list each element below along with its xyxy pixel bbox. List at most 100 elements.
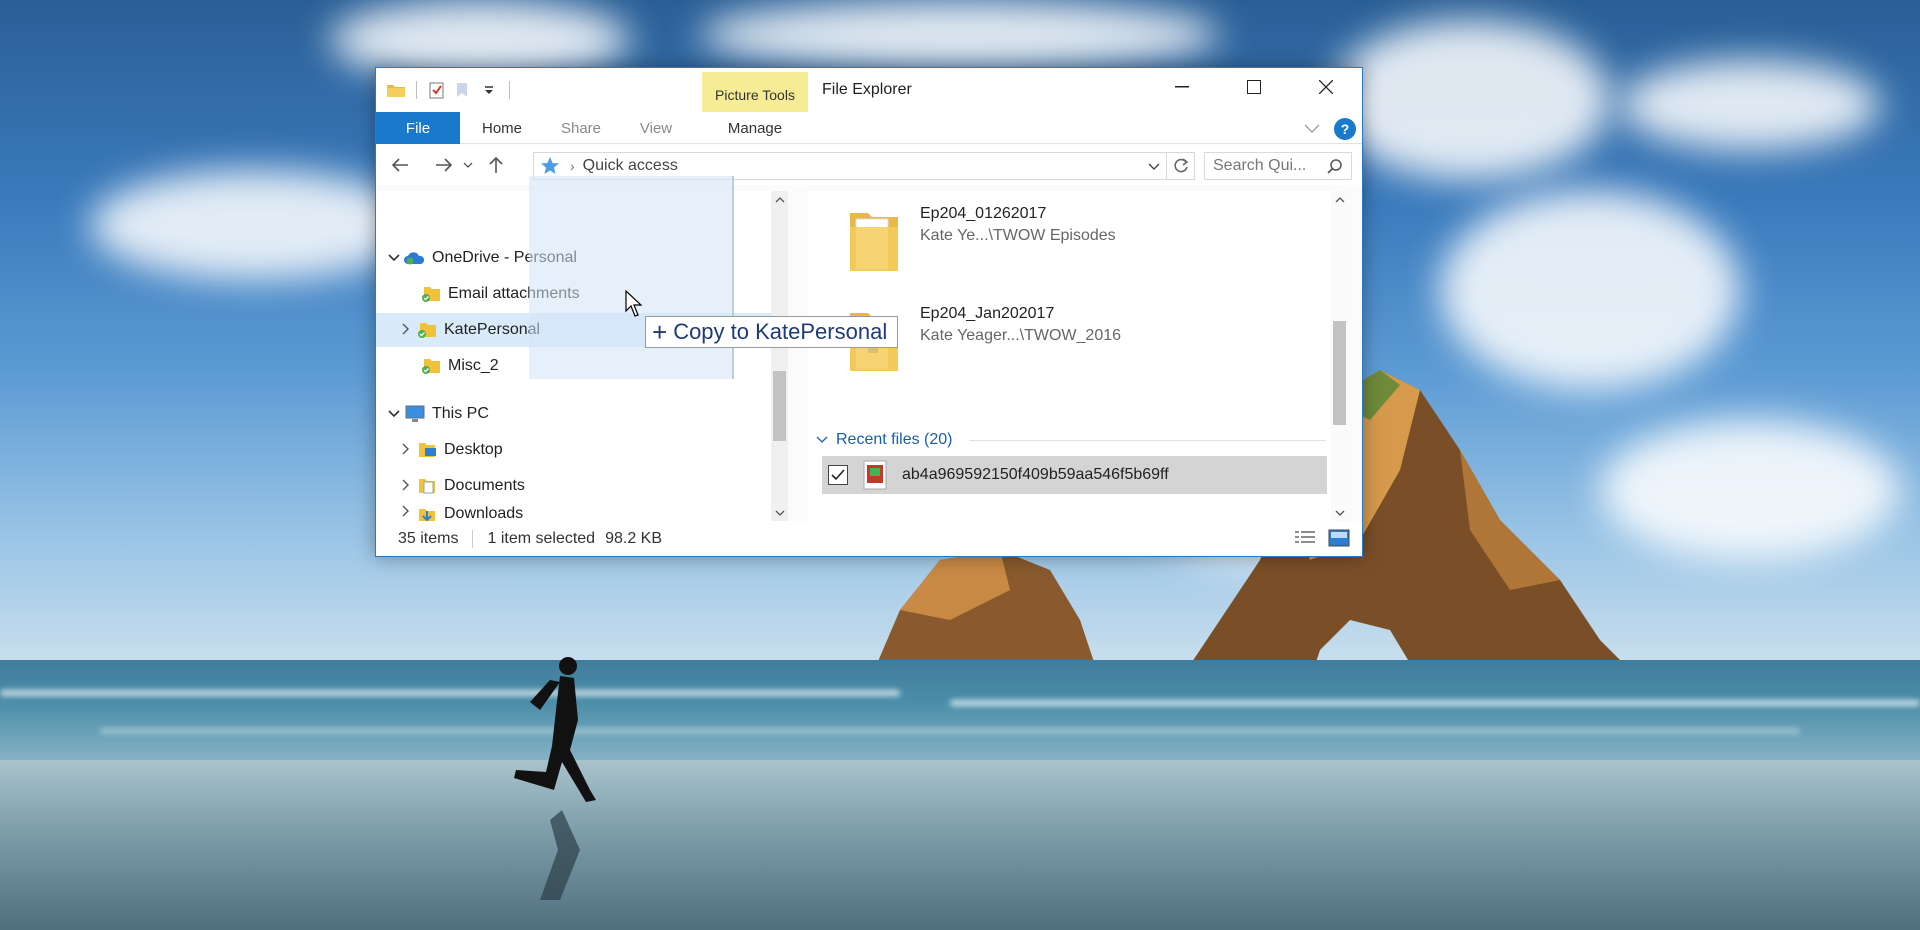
minimize-icon — [1175, 86, 1189, 88]
chevron-down-icon — [388, 254, 400, 262]
chevron-right-icon — [402, 479, 409, 490]
chevron-down-icon — [388, 410, 400, 418]
chevron-down-icon — [1335, 510, 1344, 516]
status-bar: 35 items 1 item selected 98.2 KB — [376, 521, 1362, 556]
drag-tooltip: + Copy to KatePersonal — [645, 316, 899, 348]
synced-folder-icon — [420, 355, 442, 377]
recent-locations-button[interactable] — [460, 151, 476, 179]
tree-item-label: Downloads — [444, 505, 524, 521]
file-explorer-window: Picture Tools File Explorer File Home Sh… — [375, 67, 1363, 557]
title-bar[interactable]: Picture Tools File Explorer — [376, 68, 1362, 112]
select-checkbox[interactable] — [828, 465, 848, 485]
content-pane: Ep204_01262017 Kate Ye...\TWOW Episodes … — [808, 191, 1348, 521]
new-folder-icon[interactable] — [453, 80, 473, 100]
mouse-pointer-icon — [625, 290, 643, 317]
toolbar-separator — [416, 81, 417, 99]
view-switcher — [1294, 529, 1350, 547]
expand-toggle[interactable] — [396, 323, 416, 338]
minimize-button[interactable] — [1146, 68, 1218, 106]
large-icons-view-icon[interactable] — [1328, 529, 1350, 547]
scroll-down-button[interactable] — [1331, 504, 1348, 521]
drag-action-text: Copy to KatePersonal — [673, 319, 888, 344]
wallpaper-foam — [0, 690, 900, 696]
folder-path: Kate Yeager...\TWOW_2016 — [920, 327, 1122, 344]
ribbon-controls: ? — [1304, 118, 1356, 140]
tree-item-label: This PC — [432, 405, 489, 422]
expand-ribbon-button[interactable] — [1304, 121, 1320, 137]
file-name: ab4a969592150f409b59aa546f5b69ff — [902, 466, 1169, 483]
expand-toggle[interactable] — [384, 251, 404, 265]
breadcrumb-separator[interactable]: › — [570, 158, 575, 174]
expand-toggle[interactable] — [396, 443, 416, 458]
breadcrumb-quick-access[interactable]: Quick access — [583, 157, 678, 175]
table-row[interactable]: ab4a969592150f409b59aa546f5b69ff — [822, 456, 1327, 494]
up-button[interactable] — [482, 151, 510, 179]
expand-toggle[interactable] — [396, 479, 416, 494]
synced-folder-icon — [420, 283, 442, 305]
arrow-right-icon — [436, 158, 453, 172]
scrollbar-thumb[interactable] — [773, 371, 786, 441]
scrollbar-thumb[interactable] — [1333, 321, 1346, 425]
tree-item-this-pc[interactable]: This PC — [376, 397, 771, 431]
tab-home[interactable]: Home — [460, 112, 544, 144]
refresh-button[interactable] — [1167, 152, 1195, 180]
wallpaper-sea — [0, 660, 1920, 770]
wallpaper-beach — [0, 760, 1920, 930]
desktop-folder-icon — [416, 439, 438, 461]
chevron-up-icon — [1335, 196, 1344, 202]
recent-files-header[interactable]: Recent files (20) — [816, 431, 1326, 449]
wallpaper-cloud — [700, 0, 1220, 70]
item-count: 35 items — [398, 529, 459, 547]
search-box[interactable] — [1204, 152, 1352, 180]
documents-folder-icon — [416, 475, 438, 497]
tree-item-desktop[interactable]: Desktop — [376, 433, 771, 467]
forward-button[interactable] — [430, 151, 458, 179]
picture-tools-tab-group: Picture Tools — [702, 72, 808, 112]
properties-icon[interactable] — [427, 80, 447, 100]
scroll-down-button[interactable] — [771, 504, 788, 521]
navigation-bar: › Quick access — [376, 145, 1362, 185]
checkmark-icon — [831, 469, 845, 481]
plus-icon: + — [652, 317, 668, 347]
ribbon-tabs: File Home Share View Manage — [376, 112, 1362, 144]
search-input[interactable] — [1213, 157, 1323, 175]
downloads-folder-icon — [416, 505, 438, 521]
arrow-up-icon — [489, 156, 503, 173]
tab-share[interactable]: Share — [544, 112, 618, 144]
maximize-button[interactable] — [1218, 68, 1290, 106]
tab-manage[interactable]: Manage — [702, 112, 808, 144]
details-view-icon[interactable] — [1294, 529, 1316, 547]
back-button[interactable] — [386, 151, 414, 179]
expand-toggle[interactable] — [396, 505, 416, 520]
image-file-icon — [863, 460, 887, 490]
tree-item-label: KatePersonal — [444, 321, 541, 338]
tree-item-label: Misc_2 — [448, 357, 499, 374]
selection-size: 98.2 KB — [605, 529, 663, 547]
scroll-up-button[interactable] — [1331, 191, 1348, 208]
folder-icon — [386, 80, 406, 100]
drag-preview-ghost — [529, 176, 734, 379]
list-item[interactable]: Ep204_01262017 Kate Ye...\TWOW Episodes — [848, 205, 1116, 273]
close-icon — [1319, 80, 1333, 94]
tab-file[interactable]: File — [376, 112, 460, 144]
navigation-pane-scrollbar[interactable] — [771, 191, 788, 521]
tree-item-downloads[interactable]: Downloads — [376, 505, 771, 521]
help-icon[interactable]: ? — [1334, 118, 1356, 140]
chevron-down-icon — [816, 436, 828, 443]
chevron-right-icon — [402, 323, 409, 334]
synced-folder-icon — [416, 319, 438, 341]
tree-item-documents[interactable]: Documents — [376, 469, 771, 503]
tab-view[interactable]: View — [618, 112, 694, 144]
expand-toggle[interactable] — [384, 407, 404, 421]
address-dropdown-button[interactable] — [1148, 158, 1160, 174]
chevron-down-icon — [463, 162, 473, 168]
section-title: Recent files (20) — [836, 431, 953, 448]
folder-name: Ep204_Jan202017 — [920, 305, 1055, 322]
toolbar-separator — [509, 81, 510, 99]
section-divider — [968, 439, 1326, 441]
close-button[interactable] — [1290, 68, 1362, 106]
search-icon[interactable] — [1327, 158, 1343, 174]
content-scrollbar[interactable] — [1331, 191, 1348, 521]
scroll-up-button[interactable] — [771, 191, 788, 208]
customize-toolbar-icon[interactable] — [479, 80, 499, 100]
